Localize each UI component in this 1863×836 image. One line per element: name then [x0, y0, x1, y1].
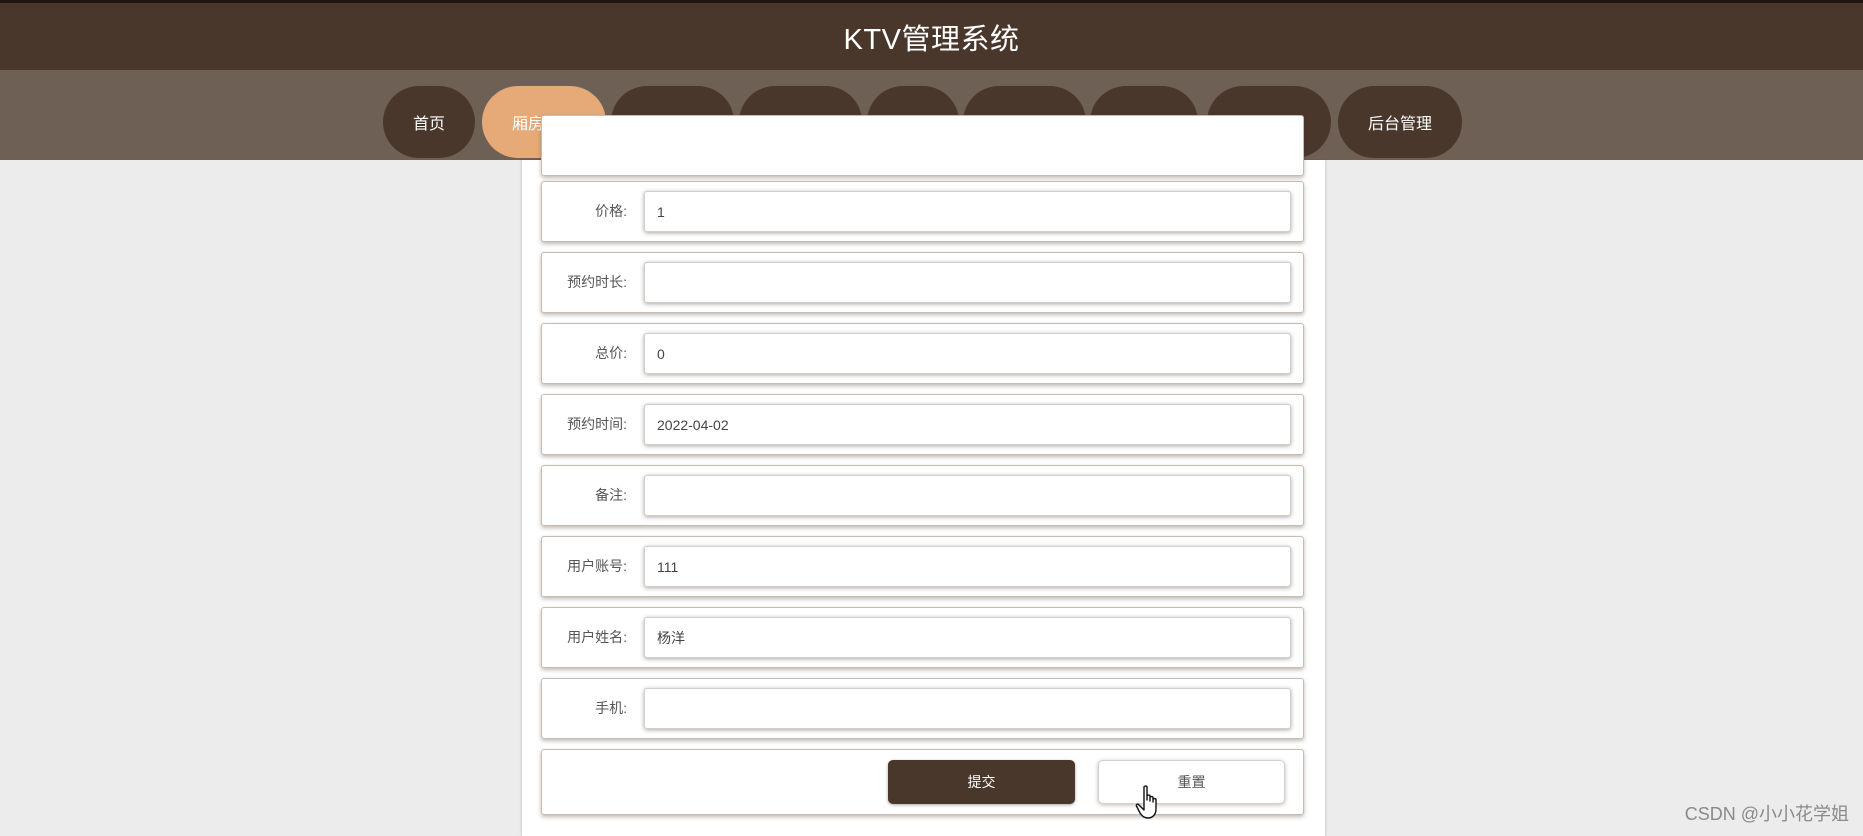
reset-button[interactable]: 重置	[1098, 760, 1285, 804]
price-field[interactable]	[644, 191, 1291, 232]
field-label: 用户账号:	[567, 558, 627, 574]
field-label: 备注:	[595, 487, 627, 503]
field-label: 手机:	[595, 700, 627, 716]
user-account-field[interactable]	[644, 546, 1291, 587]
nav-item-home[interactable]: 首页	[383, 86, 475, 158]
field-label: 预约时长:	[567, 274, 627, 290]
nav-item-admin[interactable]: 后台管理	[1338, 86, 1462, 158]
form-row-user-name: 用户姓名:	[541, 607, 1304, 668]
form-row-partial	[541, 115, 1304, 176]
user-name-field[interactable]	[644, 617, 1291, 658]
form-row-user-account: 用户账号:	[541, 536, 1304, 597]
remark-field[interactable]	[644, 475, 1291, 516]
hand-pointer-cursor-icon	[1135, 785, 1157, 819]
booking-duration-field[interactable]	[644, 262, 1291, 303]
form-row-price: 价格:	[541, 181, 1304, 242]
field-label: 预约时间:	[567, 416, 627, 432]
form-row-booking-time: 预约时间:	[541, 394, 1304, 455]
field-label: 价格:	[595, 203, 627, 219]
site-title: KTV管理系统	[843, 23, 1020, 56]
total-price-field[interactable]	[644, 333, 1291, 374]
site-header: KTV管理系统	[0, 3, 1863, 70]
submit-button[interactable]: 提交	[888, 760, 1075, 804]
form-actions: 提交 重置	[541, 749, 1304, 815]
form-row-remark: 备注:	[541, 465, 1304, 526]
form-row-phone: 手机:	[541, 678, 1304, 739]
field-label: 总价:	[595, 345, 627, 361]
form-row-booking-duration: 预约时长:	[541, 252, 1304, 313]
form-row-total-price: 总价:	[541, 323, 1304, 384]
booking-form-panel: 价格: 预约时长: 总价: 预约时间: 备注: 用户账号: 用户姓名: 手机: …	[521, 115, 1326, 836]
field-label: 用户姓名:	[567, 629, 627, 645]
phone-field[interactable]	[644, 688, 1291, 729]
booking-time-field[interactable]	[644, 404, 1291, 445]
watermark: CSDN @小小花学姐	[1684, 804, 1849, 824]
